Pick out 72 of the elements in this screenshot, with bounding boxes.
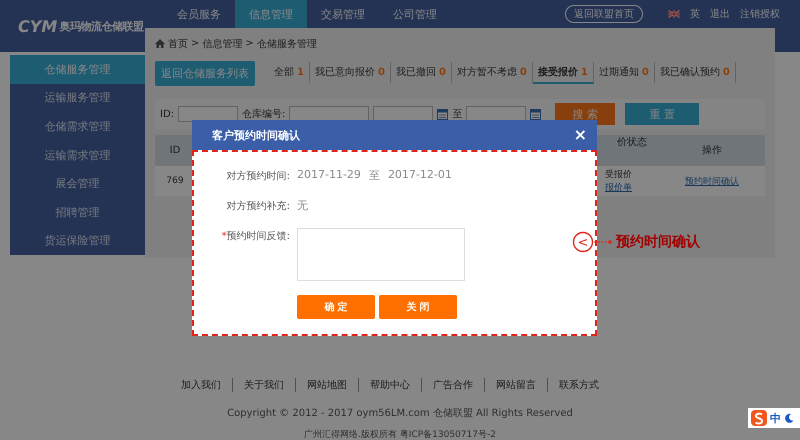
dialog-title: 客户预约时间确认 [212,128,300,142]
filter-tab[interactable]: 我已确认预约 0 [654,62,736,84]
footer-link[interactable]: 帮助中心 [359,378,422,392]
field-value: 无 [297,198,308,213]
field-label: 预约时间反馈: [226,231,290,242]
sidebar-item[interactable]: 仓储需求管理 [10,112,145,141]
copyright-text: Copyright © 2012 - 2017 oym56LM.com 仓储联盟 All Rights Reserved [227,406,573,420]
text-area[interactable] [297,228,465,281]
field-value: 2017-11-29 [297,168,361,183]
breadcrumb-link[interactable]: 仓储服务管理 [256,36,317,50]
input-field[interactable] [178,106,238,122]
breadcrumb-separator: > [245,38,254,49]
filter-tab[interactable]: 我已意向报价 0 [310,62,391,84]
footer-link[interactable]: 关于我们 [233,378,296,392]
close-button[interactable]: × [572,127,589,143]
filter-tab[interactable]: 对方暂不考虑 0 [452,62,533,84]
table-link[interactable]: 报价单 [605,181,632,194]
table-cell: 769 [155,165,195,196]
header-link[interactable]: 退出 [710,7,730,21]
sidebar-item[interactable]: 货运保险管理 [10,226,145,256]
column-header: 价状态 [603,135,659,165]
reset-button[interactable]: 重 置 [625,103,700,125]
filter-tab[interactable]: 接受报价 1 [532,62,594,84]
filter-tab[interactable]: 我已撤回 0 [390,62,452,84]
nav-tab[interactable]: 信息管理 [235,0,307,28]
sidebar-item[interactable]: 运输服务管理 [10,84,145,112]
breadcrumb-link[interactable]: 首页 [168,36,188,50]
callout-label: 预约时间确认 [616,233,700,251]
field-value: 2017-12-01 [388,168,452,183]
header-link[interactable]: 英 [690,7,700,21]
sidebar-item[interactable]: 招聘管理 [10,198,145,226]
table-link[interactable]: 预约时间确认 [685,174,739,188]
dialog-button[interactable]: 关 闭 [379,295,457,319]
ime-mode[interactable]: 中 [770,410,781,426]
moon-icon [784,413,794,423]
column-header: 操作 [659,135,765,165]
field-label: 仓库编号: [242,108,286,121]
footer-link[interactable]: 联系方式 [548,378,610,392]
calendar-icon [437,108,448,120]
filter-tab[interactable]: 过期通知 0 [594,62,655,84]
nav-tab[interactable]: 会员服务 [163,0,235,28]
sidebar-item[interactable]: 运输需求管理 [10,140,145,170]
footer-link[interactable]: 加入我们 [170,378,233,392]
field-value: 至 [368,168,380,183]
field-label: 对方预约时间: [226,171,290,182]
field-label: ID: [160,108,174,120]
nav-tab[interactable]: 交易管理 [307,0,379,28]
calendar-icon [530,108,542,120]
breadcrumb-separator: > [191,38,200,49]
back-button[interactable]: 返回仓储服务列表 [155,60,255,86]
nav-tab[interactable]: 公司管理 [379,0,451,28]
breadcrumb-link[interactable]: 信息管理 [202,36,242,50]
status-text: 受报价 [605,168,632,181]
callout-marker: < [572,231,594,253]
header-link[interactable]: 注销授权 [740,7,780,21]
field-label: 至 [452,108,462,121]
footer-link[interactable]: 广告合作 [422,378,485,392]
home-icon [155,39,165,48]
required-mark: * [222,231,227,242]
logo-mark: CYM [18,16,58,36]
logo-text: 奥玛物流仓储联盟 [59,18,144,34]
license-text: 广州汇得网络.版权所有 粤ICP备13050717号-2 [304,428,496,440]
sidebar-item[interactable]: 展会管理 [10,169,145,198]
home-button[interactable]: 返回联盟首页 [565,5,643,23]
field-label: 对方预约补充: [226,201,290,212]
flag-icon [668,10,680,18]
sidebar-item[interactable]: 仓储服务管理 [10,55,145,84]
footer-link[interactable]: 网站地图 [296,378,359,392]
footer-link[interactable]: 网站留言 [485,378,548,392]
filter-tab[interactable]: 全部 1 [269,62,310,84]
column-header: ID [155,135,195,165]
dialog-button[interactable]: 确 定 [297,295,375,319]
